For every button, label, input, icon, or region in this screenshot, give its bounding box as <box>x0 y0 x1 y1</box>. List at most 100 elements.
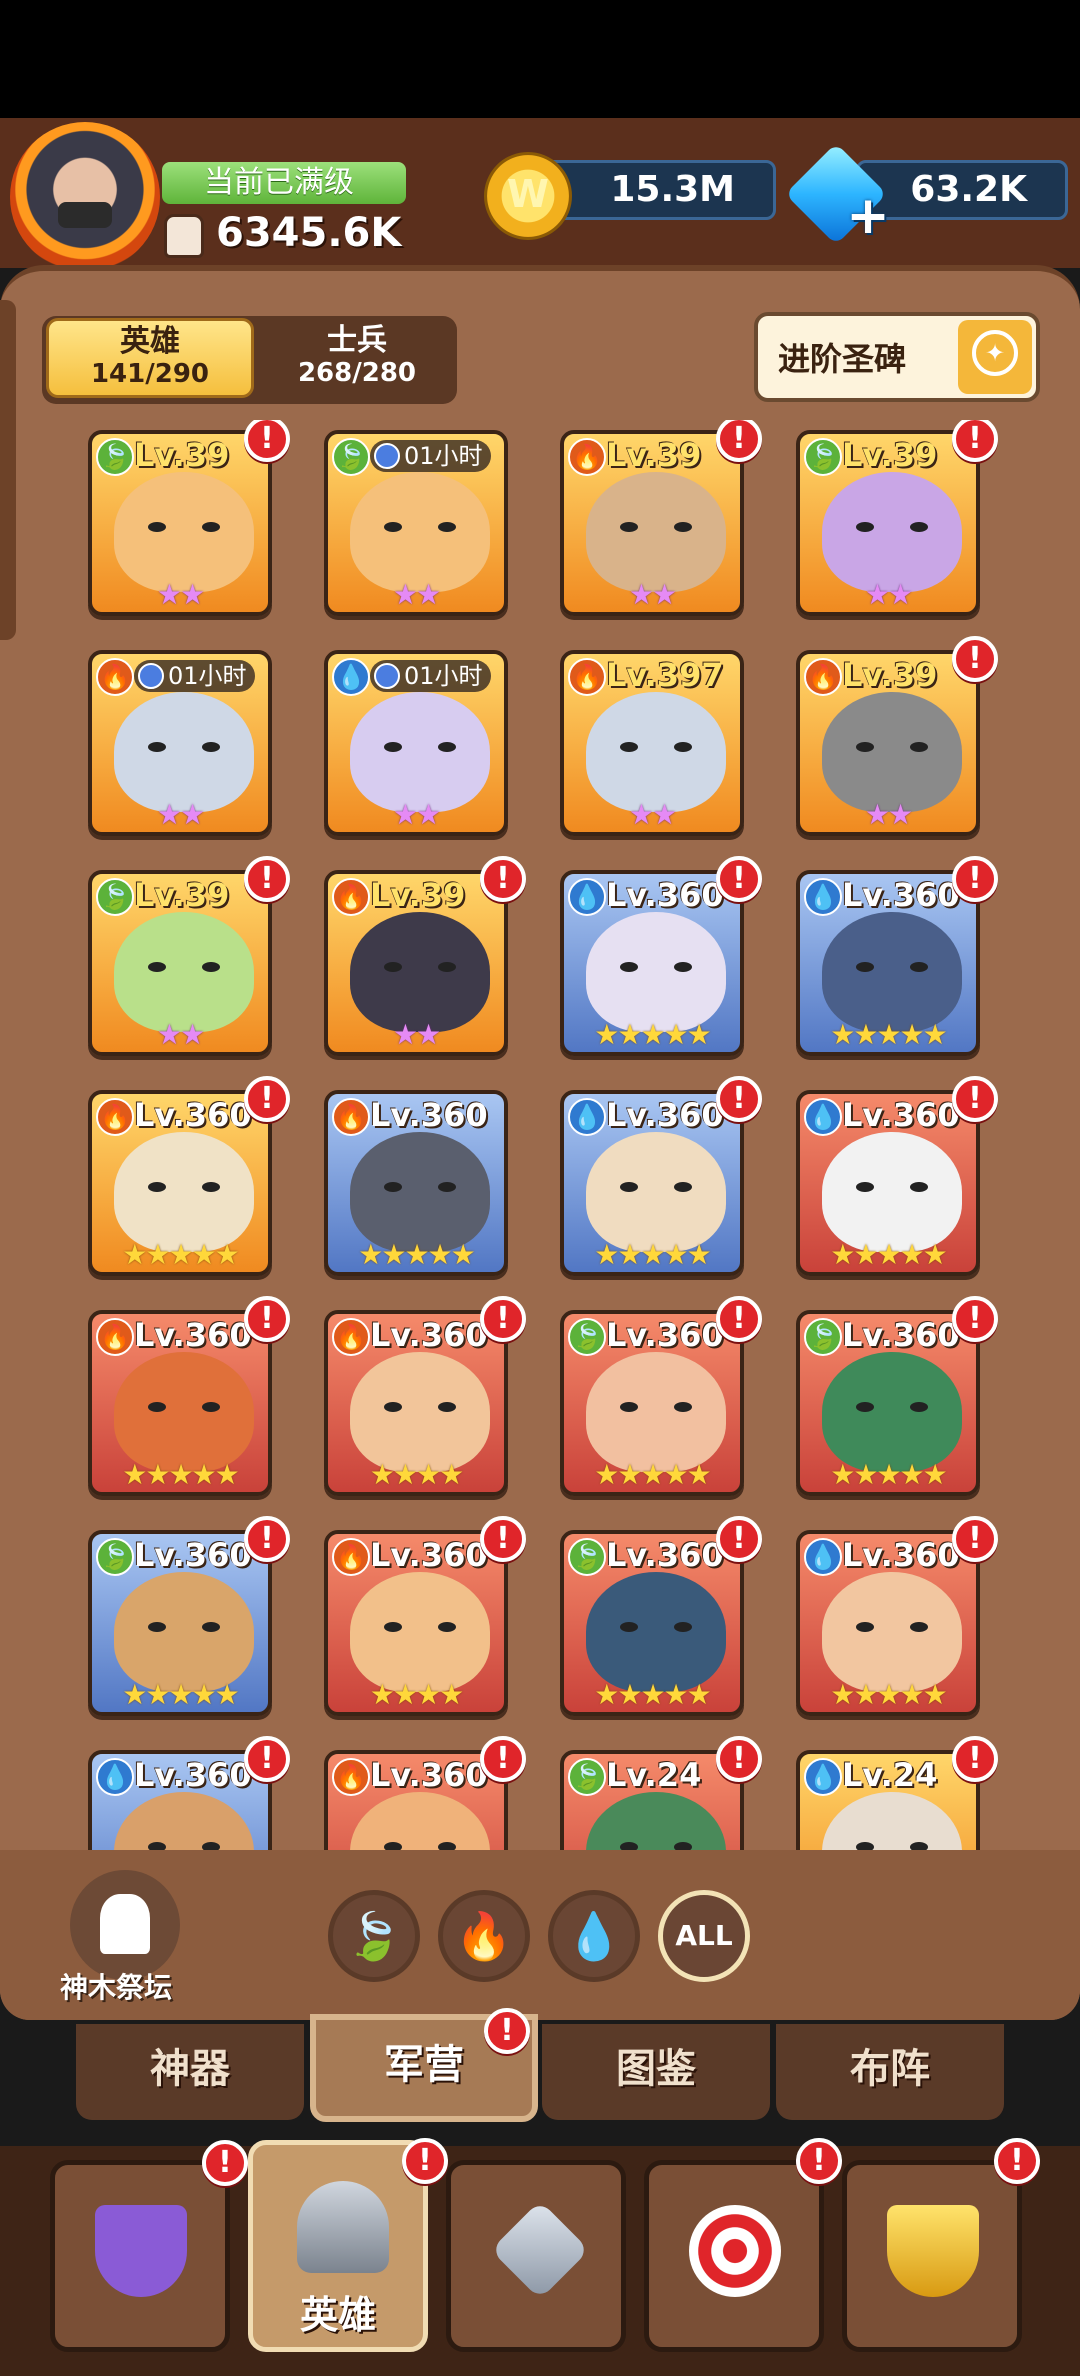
hero-level: Lv.360 <box>134 1096 252 1134</box>
hero-card[interactable]: 🔥 Lv.39 ★★ <box>796 650 980 836</box>
hero-card[interactable]: 🔥 Lv.360 ★★★★★ <box>324 1090 508 1276</box>
hero-level: Lv.39 <box>842 656 938 694</box>
dock-shield-button[interactable] <box>50 2160 230 2352</box>
player-avatar[interactable] <box>10 122 160 272</box>
gold-amount: 15.3M <box>540 160 776 220</box>
leaf-element-icon: 🍃 <box>568 1318 606 1356</box>
hero-stars: ★★ <box>864 798 913 831</box>
hero-eye <box>384 962 402 972</box>
hero-stars: ★★★★★ <box>122 1678 240 1711</box>
sacred-tree-altar-button[interactable] <box>70 1870 180 1980</box>
leaf-icon: 🍃 <box>345 1909 403 1963</box>
hero-card[interactable]: 🍃 Lv.360 ★★★★★ <box>560 1310 744 1496</box>
hero-card[interactable]: 🔥 Lv.39 ★★ <box>324 870 508 1056</box>
dock-trophy-button[interactable] <box>842 2160 1022 2352</box>
fire-element-icon: 🔥 <box>96 1098 134 1136</box>
hero-card[interactable]: 🍃 Lv.360 ★★★★★ <box>560 1530 744 1716</box>
hero-card[interactable]: 🔥 01小时 ★★ <box>88 650 272 836</box>
dock-target-button[interactable] <box>644 2160 824 2352</box>
hero-card[interactable]: 🍃 Lv.39 ★★ <box>88 430 272 616</box>
add-gems-button[interactable]: + <box>846 190 890 242</box>
hero-stars: ★★ <box>156 798 205 831</box>
hero-card[interactable]: 🔥 Lv.360 ★★★★★ <box>88 1310 272 1496</box>
hero-eye <box>202 522 220 532</box>
hero-level: Lv.360 <box>370 1096 488 1134</box>
hero-eye <box>438 1182 456 1192</box>
hero-alert-badge: ! <box>244 1296 290 1342</box>
hero-stars: ★★ <box>628 578 677 611</box>
tab-formation[interactable]: 布阵 <box>776 2024 1004 2120</box>
hero-card[interactable]: 🔥 Lv.360 ★★★★★ <box>88 1090 272 1276</box>
hero-eye <box>384 1622 402 1632</box>
hero-card[interactable]: 💧 Lv.360 ★★★★★ <box>560 1090 744 1276</box>
hero-portrait <box>586 1352 726 1472</box>
dock-hero-button[interactable]: 英雄 <box>248 2140 428 2352</box>
hero-eye <box>202 1622 220 1632</box>
tab-soldiers[interactable]: 士兵 268/280 <box>262 318 452 398</box>
hero-card[interactable]: 💧 Lv.360 ★★★★★ <box>796 1530 980 1716</box>
hero-level: Lv.39 <box>134 876 230 914</box>
hero-eye <box>620 1622 638 1632</box>
hero-card[interactable]: 💧 Lv.360 ★★★★★ <box>796 870 980 1056</box>
hero-eye <box>384 522 402 532</box>
filter-leaf-button[interactable]: 🍃 <box>328 1890 420 1982</box>
hero-card[interactable]: 🔥 Lv.39 ★★ <box>560 430 744 616</box>
hero-level: Lv.360 <box>606 1096 724 1134</box>
hero-level: Lv.24 <box>842 1756 938 1794</box>
hero-card[interactable]: 🔥 Lv.360 ★★★★ <box>324 1530 508 1716</box>
leaf-element-icon: 🍃 <box>96 438 134 476</box>
hero-card[interactable]: 🔥 Lv.397 ★★ <box>560 650 744 836</box>
hero-level: Lv.360 <box>606 1316 724 1354</box>
hero-card[interactable]: 🔥 Lv.360 ★★★★ <box>324 1310 508 1496</box>
hero-portrait <box>350 1572 490 1692</box>
hero-card[interactable]: 💧 01小时 ★★ <box>324 650 508 836</box>
fire-icon: 🔥 <box>455 1909 513 1963</box>
hero-level: Lv.360 <box>134 1756 252 1794</box>
hero-portrait <box>350 912 490 1032</box>
hero-card[interactable]: 🍃 01小时 ★★ <box>324 430 508 616</box>
dock-battle-button[interactable] <box>446 2160 626 2352</box>
hero-timer: 01小时 <box>134 660 255 692</box>
fire-element-icon: 🔥 <box>96 1318 134 1356</box>
hero-eye <box>384 1402 402 1412</box>
hero-card[interactable]: 💧 Lv.360 ★★★★★ <box>796 1090 980 1276</box>
hero-timer: 01小时 <box>370 440 491 472</box>
advance-monument-button[interactable]: 进阶圣碑 ✦ <box>754 312 1040 402</box>
tab-heroes[interactable]: 英雄 141/290 <box>46 318 254 398</box>
hero-level: Lv.360 <box>606 876 724 914</box>
hero-eye <box>910 962 928 972</box>
hero-eye <box>910 522 928 532</box>
hero-eye <box>438 1622 456 1632</box>
hero-stars: ★★★★★ <box>594 1458 712 1491</box>
hero-card[interactable]: 🍃 Lv.39 ★★ <box>88 870 272 1056</box>
hero-portrait <box>586 472 726 592</box>
filter-fire-button[interactable]: 🔥 <box>438 1890 530 1982</box>
hero-alert-badge: ! <box>716 1516 762 1562</box>
filter-all-button[interactable]: ALL <box>658 1890 750 1982</box>
hero-level: Lv.360 <box>134 1536 252 1574</box>
hero-alert-badge: ! <box>716 420 762 462</box>
hero-level: Lv.360 <box>606 1536 724 1574</box>
hero-eye <box>620 1402 638 1412</box>
fire-element-icon: 🔥 <box>332 1098 370 1136</box>
hero-eye <box>148 1622 166 1632</box>
hero-stars: ★★★★★ <box>122 1238 240 1271</box>
tab-codex[interactable]: 图鉴 <box>542 2024 770 2120</box>
hero-eye <box>148 522 166 532</box>
hero-portrait <box>350 1792 490 1850</box>
sword-shield-icon <box>95 2205 187 2297</box>
filter-water-button[interactable]: 💧 <box>548 1890 640 1982</box>
water-element-icon: 💧 <box>804 878 842 916</box>
hero-stars: ★★★★★ <box>122 1458 240 1491</box>
leaf-element-icon: 🍃 <box>332 438 370 476</box>
hero-alert-badge: ! <box>952 1516 998 1562</box>
hero-card[interactable]: 💧 Lv.360 ★★★★★ <box>560 870 744 1056</box>
tab-soldiers-label: 士兵 <box>327 323 387 358</box>
hero-card[interactable]: 🍃 Lv.39 ★★ <box>796 430 980 616</box>
hero-card[interactable]: 🍃 Lv.360 ★★★★★ <box>796 1310 980 1496</box>
hero-card[interactable]: 🍃 Lv.360 ★★★★★ <box>88 1530 272 1716</box>
hero-stars: ★★★★ <box>369 1458 464 1491</box>
hero-portrait <box>586 1132 726 1252</box>
hero-portrait <box>114 1792 254 1850</box>
tab-artifacts[interactable]: 神器 <box>76 2024 304 2120</box>
